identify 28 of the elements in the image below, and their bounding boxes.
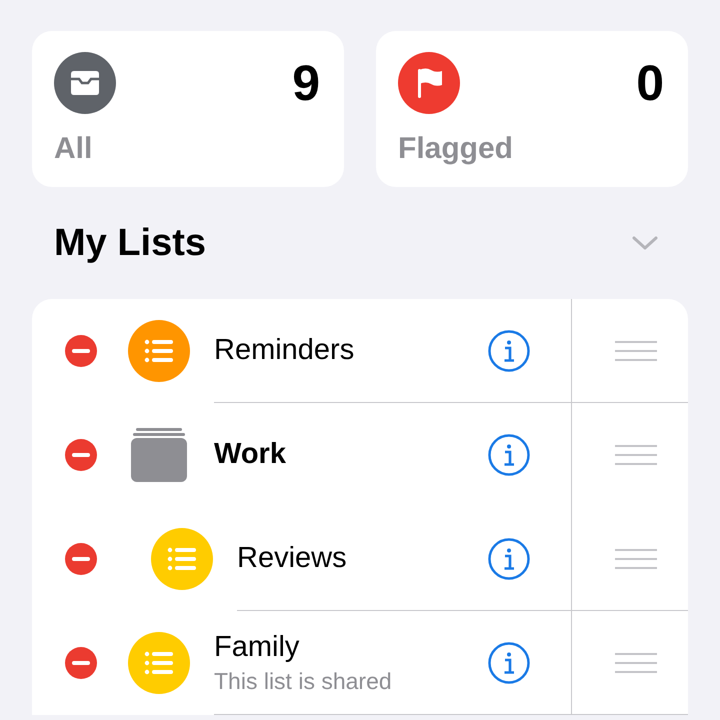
folder-stack-icon [131,428,187,482]
list-subtitle: This list is shared [214,668,392,694]
list-name: Reviews [237,542,347,575]
list-icon [151,528,213,590]
remove-button[interactable] [65,647,97,679]
info-button[interactable] [488,434,530,476]
list-icon [128,320,190,382]
item-count: 0 [636,58,664,108]
info-button[interactable] [488,330,530,372]
smart-list-card[interactable]: 0 Flagged [376,31,688,187]
drag-handle[interactable] [615,652,657,674]
list-name: Reminders [214,334,354,367]
remove-button[interactable] [65,335,97,367]
smart-list-label: Flagged [398,132,514,166]
drag-handle[interactable] [615,340,657,362]
item-count: 9 [292,58,320,108]
smart-list-label: All [54,132,92,166]
list-icon [128,632,190,694]
list-name: Work [214,438,286,471]
smart-list-card[interactable]: 9 All [32,31,344,187]
list-name: Family [214,630,300,664]
remove-button[interactable] [65,543,97,575]
drag-handle[interactable] [615,444,657,466]
info-button[interactable] [488,538,530,580]
remove-button[interactable] [65,439,97,471]
info-button[interactable] [488,642,530,684]
drag-handle[interactable] [615,548,657,570]
section-title: My Lists [54,222,206,264]
